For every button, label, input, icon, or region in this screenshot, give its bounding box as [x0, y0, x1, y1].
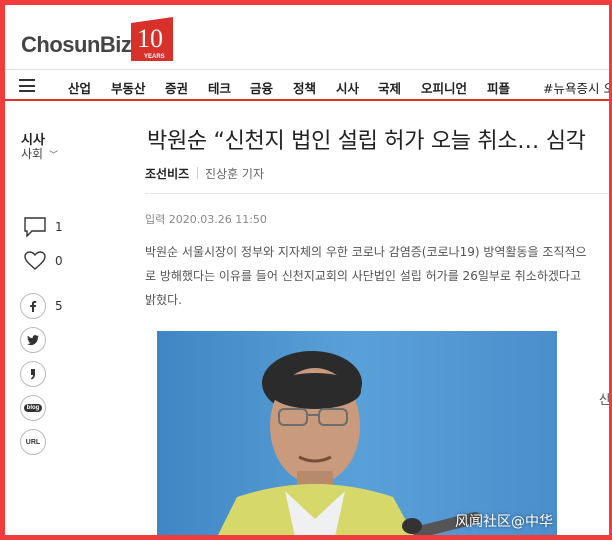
sidebar-peek-text: 산 [599, 393, 609, 408]
nav-item-policy[interactable]: 정책 [293, 78, 316, 97]
site-logo[interactable]: ChosunBiz [21, 32, 132, 58]
published-date: 입력 2020.03.26 11:50 [145, 213, 267, 226]
twitter-icon [27, 335, 39, 346]
blog-icon: blog [23, 404, 43, 412]
blog-share-button[interactable]: blog [20, 395, 46, 421]
nav-item-people[interactable]: 피플 [487, 78, 510, 97]
badge-label: YEARS [144, 54, 165, 60]
byline-publisher[interactable]: 조선비즈 [145, 165, 189, 182]
nav-item-international[interactable]: 국제 [378, 78, 401, 97]
subsection-label: 사회 [21, 147, 44, 161]
nav-item-current-affairs[interactable]: 시사 [336, 78, 359, 97]
like-count: 0 [55, 254, 63, 268]
browser-viewport: ChosunBiz 10 YEARS 산업 부동산 증권 테크 금융 정책 시사… [5, 5, 609, 535]
url-copy-button[interactable]: URL [20, 429, 46, 455]
nav-item-opinion[interactable]: 오피니언 [421, 78, 467, 97]
article-headline: 박원순 “신천지 법인 설립 허가 오늘 취소… 심각 [147, 129, 586, 154]
subsection-dropdown[interactable]: 사회 ﹀ [21, 145, 58, 162]
main-nav: 산업 부동산 증권 테크 금융 정책 시사 국제 오피니언 피플 #뉴욕증시 오 [5, 69, 609, 101]
site-header: ChosunBiz 10 YEARS [5, 5, 609, 69]
facebook-share-count: 5 [55, 299, 63, 313]
article-photo [157, 331, 557, 535]
kakaostory-icon [31, 369, 35, 380]
hamburger-menu-icon[interactable] [19, 79, 35, 92]
article-lede: 박원순 서울시장이 정부와 지자체의 우한 코로나 감염증(코로나19) 방역활… [145, 245, 587, 307]
comment-icon[interactable] [23, 215, 47, 239]
anniversary-badge: 10 YEARS [131, 17, 173, 61]
kakao-share-button[interactable] [20, 361, 46, 387]
nav-item-industry[interactable]: 산업 [68, 78, 91, 97]
photo-illustration [157, 331, 557, 535]
nav-trending-tag[interactable]: #뉴욕증시 오 [543, 78, 609, 97]
heart-icon[interactable] [23, 249, 47, 273]
twitter-share-button[interactable] [20, 327, 46, 353]
facebook-icon [30, 301, 37, 312]
byline-author[interactable]: 진상훈 기자 [205, 165, 264, 182]
nav-item-realestate[interactable]: 부동산 [111, 78, 146, 97]
comment-count: 1 [55, 220, 63, 234]
byline-divider [197, 167, 198, 179]
badge-number: 10 [137, 24, 163, 53]
chevron-down-icon: ﹀ [49, 151, 59, 161]
nav-item-stocks[interactable]: 증권 [165, 78, 188, 97]
facebook-share-button[interactable] [20, 293, 46, 319]
watermark-text: 风闻社区@中华 [455, 514, 553, 530]
article-divider [145, 193, 609, 194]
nav-item-finance[interactable]: 금융 [250, 78, 273, 97]
url-icon: URL [25, 438, 41, 446]
nav-item-tech[interactable]: 테크 [208, 78, 231, 97]
